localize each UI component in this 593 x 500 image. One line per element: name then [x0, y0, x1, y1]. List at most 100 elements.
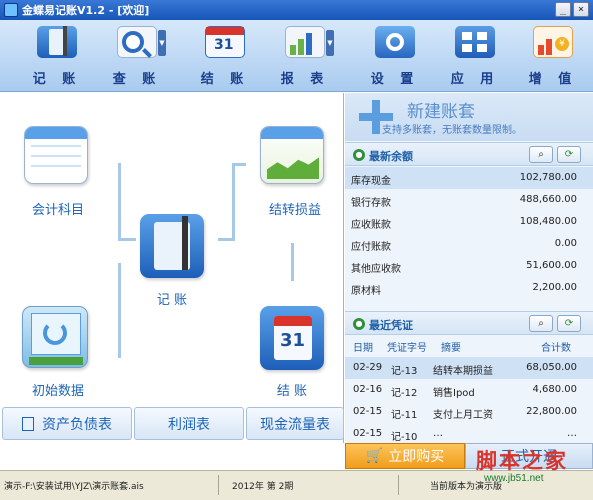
balance-account-name: 其他应收款	[351, 264, 401, 275]
voucher-no: 记-12	[391, 388, 418, 399]
recent-vouchers-title: 最近凭证	[369, 319, 413, 332]
voucher-row[interactable]: 02-15 记-10 … …	[345, 423, 593, 443]
voucher-total: 68,050.00	[526, 362, 577, 373]
balance-row[interactable]: 银行存款 488,660.00	[345, 189, 593, 211]
toolbar-close-button[interactable]: 31 结 账	[192, 24, 258, 88]
balance-amount: 108,480.00	[519, 216, 577, 227]
close-books-label: 结 账	[276, 384, 308, 399]
info-panel: 新建账套 支持多账套，无账套数量限制。 ● 最新余额 ⌕ ⟳ 库存现金 102,…	[345, 93, 593, 443]
window-title: 金蝶易记账V1.2 - [欢迎]	[22, 4, 150, 17]
voucher-summary: 支付上月工资	[433, 410, 493, 421]
close-button[interactable]: ×	[573, 2, 589, 17]
toolbar-label: 报 表	[280, 72, 330, 87]
connector-line	[291, 243, 294, 281]
calendar-31-icon: 31	[205, 26, 245, 58]
balance-amount: 488,660.00	[519, 194, 577, 205]
account-subjects-button[interactable]	[24, 126, 88, 184]
balance-account-name: 银行存款	[351, 198, 391, 209]
balance-amount: 51,600.00	[526, 260, 577, 271]
search-icon: ⌕	[538, 149, 544, 160]
title-bar: 金蝶易记账V1.2 - [欢迎] _ ×	[0, 0, 593, 20]
income-statement-tab[interactable]: 利润表	[134, 407, 244, 440]
balance-row[interactable]: 库存现金 102,780.00	[345, 167, 593, 189]
balance-row[interactable]: 其他应收款 51,600.00	[345, 255, 593, 277]
transfer-profit-loss-button[interactable]	[260, 126, 324, 184]
opening-data-label: 初始数据	[31, 384, 84, 399]
transfer-profit-loss-label: 结转损益	[268, 203, 321, 218]
balance-sheet-icon	[22, 416, 34, 431]
voucher-date: 02-15	[353, 406, 383, 417]
query-dropdown-caret-icon[interactable]: ▼	[158, 30, 166, 56]
app-logo-icon	[4, 3, 18, 17]
chart-report-icon	[285, 26, 325, 58]
search-icon: ⌕	[538, 318, 544, 329]
voucher-date: 02-16	[353, 384, 383, 395]
account-subjects-label: 会计科目	[31, 203, 84, 218]
status-divider	[398, 475, 399, 495]
connector-line	[118, 238, 136, 241]
refresh-icon: ⟳	[564, 318, 574, 329]
voucher-total: 4,680.00	[532, 384, 577, 395]
income-statement-label: 利润表	[168, 416, 210, 433]
voucher-total: …	[567, 428, 577, 439]
toolbar-label: 记 账	[32, 72, 82, 87]
status-period: 2012年 第 2期	[232, 482, 294, 492]
voucher-total: 22,800.00	[526, 406, 577, 417]
voucher-search-button[interactable]: ⌕	[529, 315, 553, 332]
col-voucher-no: 凭证字号	[387, 343, 427, 354]
buy-now-button[interactable]: 🛒 立即购买	[345, 443, 465, 469]
new-account-set-title: 新建账套	[407, 102, 475, 122]
balance-sheet-tab[interactable]: 资产负债表	[2, 407, 132, 440]
voucher-summary: …	[433, 428, 443, 439]
toolbar-value-added-button[interactable]: ¥ 增 值	[520, 24, 586, 88]
toolbar-label: 增 值	[528, 72, 578, 87]
voucher-row[interactable]: 02-29 记-13 结转本期损益 68,050.00	[345, 357, 593, 379]
balance-account-name: 应收账款	[351, 220, 391, 231]
latest-balance-title: 最新余额	[369, 150, 413, 163]
vouchers-section-icon: ●	[353, 318, 365, 330]
toolbar-settings-button[interactable]: 设 置	[362, 24, 428, 88]
balance-row[interactable]: 原材料 2,200.00	[345, 277, 593, 299]
voucher-date: 02-29	[353, 362, 383, 373]
refresh-icon: ⟳	[564, 149, 574, 160]
close-books-button[interactable]: 31	[260, 306, 324, 370]
latest-balance-header: ● 最新余额 ⌕ ⟳	[345, 142, 593, 166]
col-total: 合计数	[541, 343, 571, 354]
balance-account-name: 应付账款	[351, 242, 391, 253]
toolbar-apps-button[interactable]: 应 用	[442, 24, 508, 88]
col-date: 日期	[353, 343, 373, 354]
gear-settings-icon	[375, 26, 415, 58]
site-watermark: 脚本之家 www.jb51.net	[476, 445, 593, 495]
connector-line	[218, 238, 235, 241]
opening-data-button[interactable]	[22, 306, 88, 368]
balance-refresh-button[interactable]: ⟳	[557, 146, 581, 163]
balance-amount: 2,200.00	[532, 282, 577, 293]
workflow-panel: 会计科目 结转损益 记 账 初始数据 31 结 账	[0, 93, 344, 443]
growth-coin-icon: ¥	[533, 26, 573, 58]
toolbar-record-button[interactable]: 记 账	[24, 24, 90, 88]
record-voucher-button[interactable]	[140, 214, 204, 278]
recent-vouchers-header: ● 最近凭证 ⌕ ⟳	[345, 311, 593, 335]
main-toolbar: 记 账 查 账 ▼ 31 结 账 报 表 ▼ 设 置 应 用 ¥ 增 值	[0, 20, 593, 92]
toolbar-label: 查 账	[112, 72, 162, 87]
voucher-no: 记-11	[391, 410, 418, 421]
new-account-set-button[interactable]: 新建账套 支持多账套，无账套数量限制。	[345, 93, 593, 141]
balance-section-icon: ●	[353, 149, 365, 161]
col-summary: 摘要	[441, 343, 461, 354]
balance-row[interactable]: 应付账款 0.00	[345, 233, 593, 255]
magnifier-ledger-icon	[117, 26, 157, 58]
watermark-text: 脚本之家	[476, 448, 568, 473]
report-dropdown-caret-icon[interactable]: ▼	[326, 30, 334, 56]
minimize-button[interactable]: _	[555, 2, 571, 17]
voucher-row[interactable]: 02-16 记-12 销售Ipod 4,680.00	[345, 379, 593, 401]
balance-search-button[interactable]: ⌕	[529, 146, 553, 163]
cash-flow-tab[interactable]: 现金流量表	[246, 407, 344, 440]
voucher-row[interactable]: 02-15 记-11 支付上月工资 22,800.00	[345, 401, 593, 423]
connector-line	[118, 263, 121, 358]
voucher-date: 02-15	[353, 428, 383, 439]
voucher-no: 记-13	[391, 366, 418, 377]
voucher-refresh-button[interactable]: ⟳	[557, 315, 581, 332]
balance-account-name: 库存现金	[351, 176, 391, 187]
balance-row[interactable]: 应收账款 108,480.00	[345, 211, 593, 233]
apps-grid-icon	[455, 26, 495, 58]
